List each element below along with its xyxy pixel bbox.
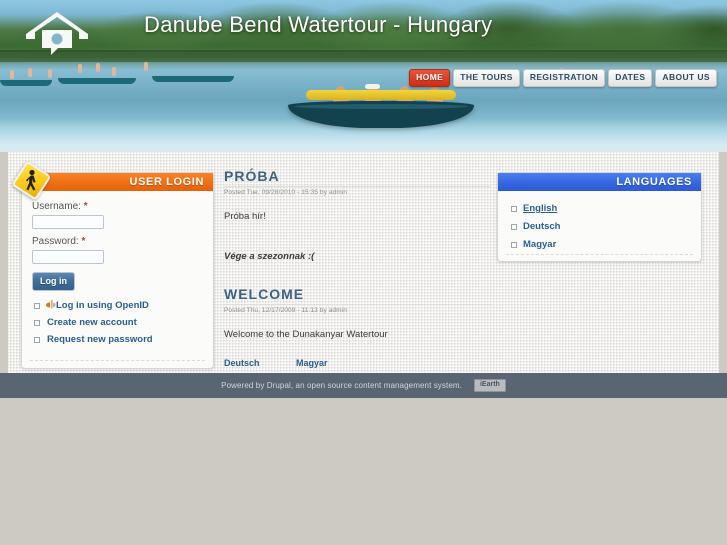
log-in-button[interactable]: Log in <box>32 272 75 291</box>
list-item: English <box>508 203 691 214</box>
nav-item-registration[interactable]: REGISTRATION <box>522 69 606 87</box>
list-item: Deutsch <box>508 221 691 232</box>
block-divider <box>30 360 205 361</box>
content-area: USER LOGIN Username: * Password: * Log i… <box>8 152 719 373</box>
password-label: Password: * <box>32 236 203 247</box>
site-logo[interactable] <box>18 8 96 56</box>
node-submitted: Posted Thu, 12/17/2009 - 11:13 by admin <box>224 307 347 314</box>
create-new-account-link[interactable]: Create new account <box>47 317 137 328</box>
password-input[interactable] <box>32 250 104 264</box>
node-title: WELCOME <box>224 286 490 305</box>
node-submitted: Posted Tue, 09/28/2010 - 15:35 by admin <box>224 189 348 196</box>
pedestrian-crossing-icon <box>9 158 54 203</box>
languages-block: LANGUAGES English Deutsch Magyar <box>497 172 702 262</box>
node-body-secondary: Vége a szezonnak :( <box>224 251 315 262</box>
language-link-english[interactable]: English <box>523 203 557 214</box>
request-new-password-link[interactable]: Request new password <box>47 334 153 345</box>
background-person <box>144 62 148 71</box>
login-links-list: Log in using OpenID Create new account R… <box>32 299 203 345</box>
node-body: Welcome to the Dunakanyar Watertour <box>224 329 388 340</box>
background-canoe <box>58 78 136 84</box>
background-person <box>112 67 116 76</box>
nav-item-the-tours[interactable]: THE TOURS <box>453 69 520 87</box>
node-proba: PRÓBA Posted Tue, 09/28/2010 - 15:35 by … <box>224 168 490 264</box>
main-column: PRÓBA Posted Tue, 09/28/2010 - 15:35 by … <box>224 168 490 384</box>
node-translation-link-deutsch[interactable]: Deutsch <box>224 358 260 368</box>
password-required-marker: * <box>81 236 86 247</box>
languages-list: English Deutsch Magyar <box>508 203 691 250</box>
list-item: Create new account <box>32 317 203 328</box>
primary-navigation: HOME THE TOURS REGISTRATION DATES ABOUT … <box>409 69 717 87</box>
site-footer: Powered by Drupal, an open source conten… <box>0 373 727 398</box>
openid-icon <box>45 299 56 310</box>
username-label: Username: * <box>32 201 203 212</box>
nav-item-home[interactable]: HOME <box>409 69 451 87</box>
foreground-canoe <box>288 84 474 128</box>
banner-riverbank <box>0 52 727 64</box>
footer-powered-by-text: Powered by Drupal, an open source conten… <box>221 381 462 390</box>
language-link-deutsch[interactable]: Deutsch <box>523 221 560 232</box>
username-required-marker: * <box>83 201 88 212</box>
background-canoe <box>0 80 52 86</box>
list-item: Magyar <box>508 239 691 250</box>
language-link-magyar[interactable]: Magyar <box>523 239 556 250</box>
node-translation-links: Deutsch Magyar <box>224 358 490 368</box>
list-item: Log in using OpenID <box>32 299 203 311</box>
username-label-text: Username: <box>32 201 81 212</box>
background-person <box>10 70 14 79</box>
block-divider <box>506 254 693 255</box>
list-item: Request new password <box>32 334 203 345</box>
languages-title: LANGUAGES <box>498 173 701 191</box>
background-person <box>96 63 100 72</box>
username-input[interactable] <box>32 215 104 229</box>
page-root: Danube Bend Watertour - Hungary HOME THE… <box>0 0 727 545</box>
node-body: Próba hír! <box>224 211 266 222</box>
background-person <box>78 64 82 73</box>
node-title: PRÓBA <box>224 168 490 187</box>
background-canoe <box>152 76 234 82</box>
password-label-text: Password: <box>32 236 79 247</box>
iearth-badge[interactable]: iEarth <box>473 379 506 392</box>
nav-item-about-us[interactable]: ABOUT US <box>655 69 717 87</box>
user-login-block: USER LOGIN Username: * Password: * Log i… <box>11 160 214 369</box>
languages-body: English Deutsch Magyar <box>498 191 701 267</box>
user-login-body: Username: * Password: * Log in Log in us… <box>22 191 213 361</box>
node-translation-link-magyar[interactable]: Magyar <box>296 358 328 368</box>
nav-item-dates[interactable]: DATES <box>608 69 653 87</box>
site-title: Danube Bend Watertour - Hungary <box>144 12 493 37</box>
openid-login-link[interactable]: Log in using OpenID <box>56 300 149 311</box>
background-person <box>48 69 52 78</box>
background-person <box>28 68 32 77</box>
page-background-below-footer <box>0 398 727 545</box>
canoe-gear <box>306 90 456 100</box>
canoe-hull <box>288 101 474 128</box>
node-welcome: WELCOME Posted Thu, 12/17/2009 - 11:13 b… <box>224 286 490 368</box>
